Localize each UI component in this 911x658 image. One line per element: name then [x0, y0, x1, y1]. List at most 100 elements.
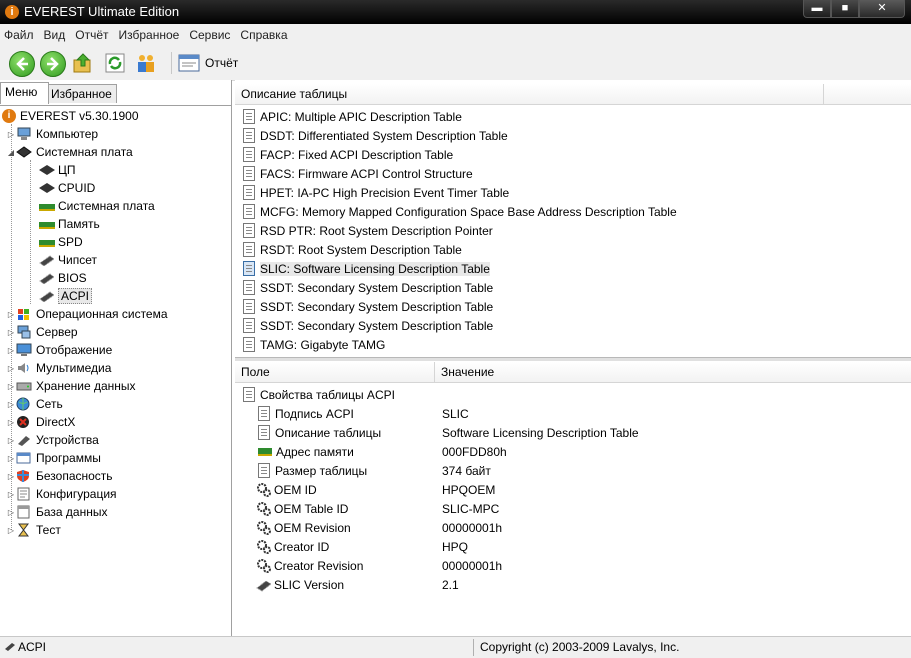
expand-icon[interactable]: ▷ — [6, 364, 16, 373]
details-row[interactable]: SLIC Version — [256, 575, 344, 594]
table-row[interactable]: SSDT: Secondary System Description Table — [241, 316, 493, 335]
users-button[interactable] — [135, 52, 157, 74]
server-icon — [16, 325, 32, 339]
tree-item-config[interactable]: ▷ Конфигурация — [6, 485, 117, 503]
tree-item-label: Программы — [36, 451, 101, 465]
forward-button[interactable] — [40, 51, 66, 77]
tree-item-cpu[interactable]: ЦП — [38, 161, 76, 179]
tree-item-directx[interactable]: ▷ DirectX — [6, 413, 75, 431]
menu-service[interactable]: Сервис — [185, 28, 236, 42]
expand-icon[interactable]: ▷ — [6, 328, 16, 337]
expand-icon[interactable]: ▷ — [6, 508, 16, 517]
tree-item-test[interactable]: ▷ Тест — [6, 521, 61, 539]
column-field[interactable]: Поле — [235, 362, 435, 382]
tree-item-security[interactable]: ▷ Безопасность — [6, 467, 113, 485]
expand-icon[interactable]: ▷ — [6, 472, 16, 481]
details-row[interactable]: Подпись ACPI — [256, 404, 354, 423]
menu-report[interactable]: Отчёт — [71, 28, 114, 42]
tree-item-memory[interactable]: Память — [38, 215, 100, 233]
menu-favorites[interactable]: Избранное — [115, 28, 186, 42]
details-row[interactable]: Размер таблицы — [256, 461, 367, 480]
collapse-icon[interactable]: ◢ — [6, 148, 16, 157]
tree-item-storage[interactable]: ▷ Хранение данных — [6, 377, 136, 395]
table-row[interactable]: FACS: Firmware ACPI Control Structure — [241, 164, 473, 183]
tree-root[interactable]: i EVEREST v5.30.1900 — [2, 107, 139, 125]
tree-item-computer[interactable]: ▷ Компьютер — [6, 125, 98, 143]
minimize-button[interactable]: ▬ — [803, 0, 831, 18]
expand-icon[interactable]: ▷ — [6, 436, 16, 445]
tree-item-multimedia[interactable]: ▷ Мультимедиа — [6, 359, 112, 377]
tree-item-bios[interactable]: BIOS — [38, 269, 87, 287]
document-icon — [243, 223, 255, 238]
table-row[interactable]: SSDT: Secondary System Description Table — [241, 278, 493, 297]
table-row[interactable]: DSDT: Differentiated System Description … — [241, 126, 508, 145]
details-row[interactable]: Creator Revision — [256, 556, 363, 575]
menu-file[interactable]: Файл — [0, 28, 40, 42]
details-group[interactable]: Свойства таблицы ACPI — [241, 385, 395, 404]
table-row[interactable]: HPET: IA-PC High Precision Event Timer T… — [241, 183, 509, 202]
refresh-button[interactable] — [104, 52, 126, 74]
tree-item-system-board[interactable]: Системная плата — [38, 197, 155, 215]
details-value: 000FDD80h — [442, 444, 507, 459]
tree-item-network[interactable]: ▷ Сеть — [6, 395, 63, 413]
status-left: ACPI — [18, 640, 47, 654]
details-row[interactable]: Адрес памяти — [256, 442, 354, 461]
expand-icon[interactable]: ▷ — [6, 382, 16, 391]
expand-icon[interactable]: ▷ — [6, 346, 16, 355]
tree-item-cpuid[interactable]: CPUID — [38, 179, 95, 197]
tree-item-display[interactable]: ▷ Отображение — [6, 341, 112, 359]
expand-icon[interactable]: ▷ — [6, 418, 16, 427]
expand-icon[interactable]: ▷ — [6, 454, 16, 463]
tree-item-label: Операционная система — [36, 307, 168, 321]
table-row[interactable]: APIC: Multiple APIC Description Table — [241, 107, 462, 126]
details-row[interactable]: OEM Revision — [256, 518, 351, 537]
report-button[interactable]: Отчёт — [178, 52, 238, 74]
expand-icon[interactable]: ▷ — [6, 490, 16, 499]
details-group-label: Свойства таблицы ACPI — [260, 387, 395, 402]
tree-item-server[interactable]: ▷ Сервер — [6, 323, 78, 341]
table-row[interactable]: SSDT: Secondary System Description Table — [241, 297, 493, 316]
tree-connector — [30, 160, 31, 304]
expand-icon[interactable]: ▷ — [6, 526, 16, 535]
expand-icon[interactable]: ▷ — [6, 310, 16, 319]
tree-item-spd[interactable]: SPD — [38, 233, 83, 251]
details-row[interactable]: Описание таблицы — [256, 423, 381, 442]
tree-item-motherboard[interactable]: ◢ Системная плата — [6, 143, 133, 161]
column-value[interactable]: Значение — [435, 362, 911, 382]
expand-icon[interactable]: ▷ — [6, 130, 16, 139]
details-row[interactable]: OEM Table ID — [256, 499, 348, 518]
motherboard-icon — [16, 145, 32, 159]
window-controls: ▬ ■ ✕ — [803, 0, 905, 18]
tree-root-label: EVEREST v5.30.1900 — [20, 109, 139, 123]
up-folder-button[interactable] — [72, 52, 94, 74]
field-label: Creator Revision — [274, 558, 364, 573]
field-label: Адрес памяти — [276, 444, 354, 459]
tree-item-acpi[interactable]: ACPI — [38, 287, 93, 305]
table-row[interactable]: MCFG: Memory Mapped Configuration Space … — [241, 202, 677, 221]
document-icon — [243, 128, 255, 143]
pane-splitter[interactable] — [235, 357, 911, 361]
expand-icon[interactable]: ▷ — [6, 400, 16, 409]
tree-item-programs[interactable]: ▷ Программы — [6, 449, 101, 467]
table-row[interactable]: RSDT: Root System Description Table — [241, 240, 462, 259]
tree-item-database[interactable]: ▷ База данных — [6, 503, 108, 521]
tree-item-chipset[interactable]: Чипсет — [38, 251, 97, 269]
back-button[interactable] — [9, 51, 35, 77]
details-row[interactable]: OEM ID — [256, 480, 317, 499]
table-row[interactable]: TAMG: Gigabyte TAMG — [241, 335, 385, 354]
table-row[interactable]: FACP: Fixed ACPI Description Table — [241, 145, 453, 164]
menu-help[interactable]: Справка — [236, 28, 293, 42]
column-table-description[interactable]: Описание таблицы — [235, 84, 824, 104]
menu-view[interactable]: Вид — [40, 28, 72, 42]
maximize-button[interactable]: ■ — [831, 0, 859, 18]
details-row[interactable]: Creator ID — [256, 537, 329, 556]
details-header: Поле Значение — [235, 362, 911, 383]
motherboard-icon — [38, 199, 55, 213]
table-row-selected[interactable]: SLIC: Software Licensing Description Tab… — [241, 259, 490, 278]
tree-item-os[interactable]: ▷ Операционная система — [6, 305, 168, 323]
close-button[interactable]: ✕ — [859, 0, 905, 18]
tree-item-devices[interactable]: ▷ Устройства — [6, 431, 99, 449]
tab-menu[interactable]: Меню — [0, 82, 49, 104]
tab-favorites[interactable]: Избранное — [46, 84, 117, 103]
table-row[interactable]: RSD PTR: Root System Description Pointer — [241, 221, 493, 240]
